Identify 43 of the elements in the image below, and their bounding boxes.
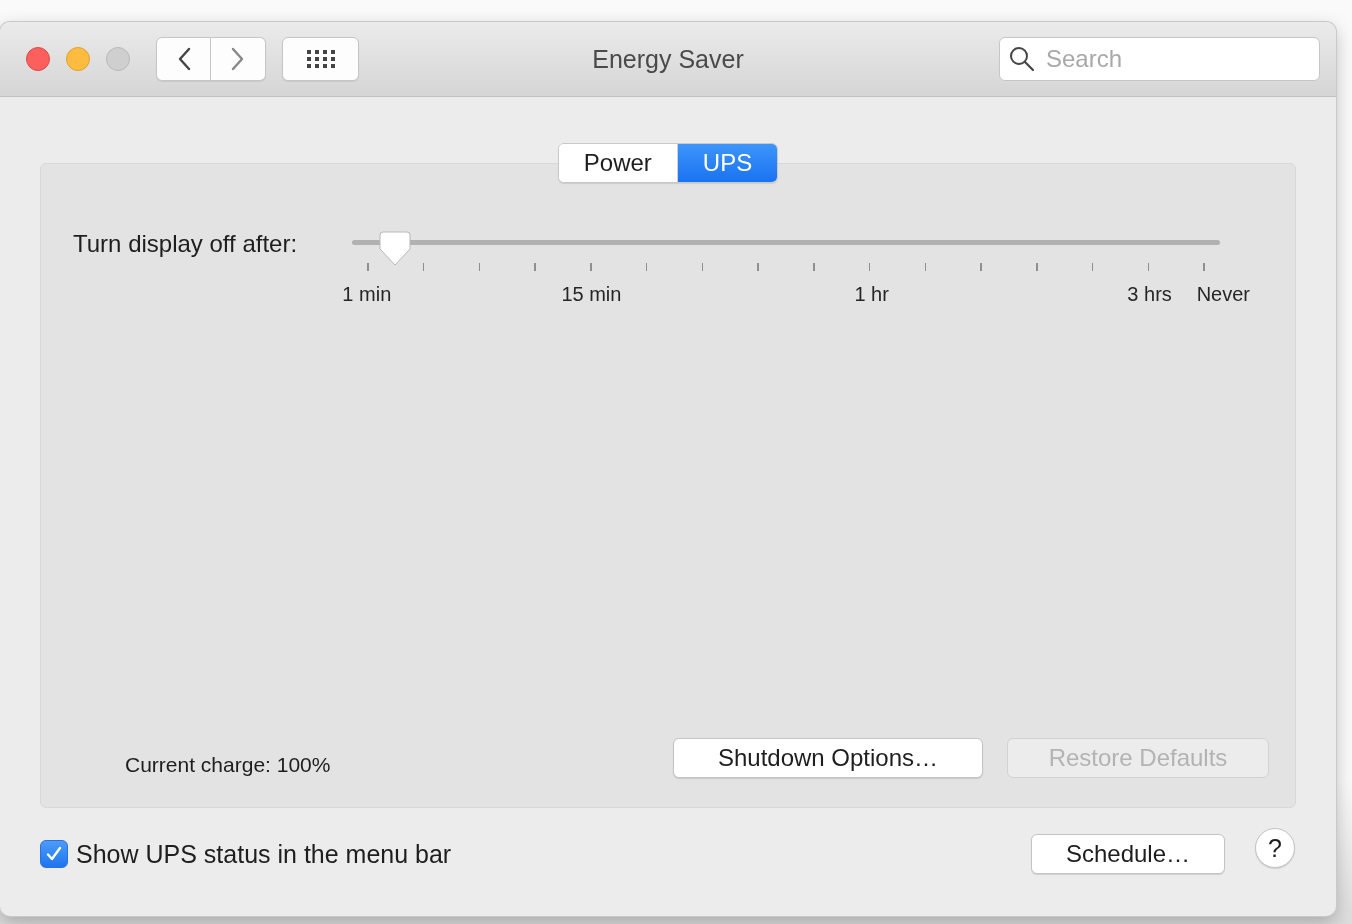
grid-icon	[306, 50, 335, 68]
chevron-right-icon	[231, 47, 245, 71]
charge-status: Current charge: 100%	[125, 753, 331, 777]
tab[interactable]: Power	[558, 144, 677, 182]
tick-label: 1 hr	[854, 283, 889, 306]
tick-mark	[757, 263, 759, 271]
chevron-left-icon	[176, 47, 191, 71]
shutdown-options-button[interactable]: Shutdown Options…	[673, 738, 983, 778]
tick-mark	[645, 263, 648, 271]
tick-mark	[422, 263, 425, 271]
window-title: Energy Saver	[592, 44, 744, 74]
tick-label: 1 min	[342, 283, 392, 306]
tab[interactable]: UPS	[676, 144, 778, 182]
tick-mark	[868, 263, 871, 271]
tick-mark	[980, 263, 982, 271]
slider-label: Turn display off after:	[73, 230, 299, 258]
tick-label: Never	[1196, 283, 1250, 306]
checkbox-label: Show UPS status in the menu bar	[76, 839, 452, 869]
tick-mark	[701, 263, 704, 271]
schedule-button[interactable]: Schedule…	[1031, 834, 1225, 874]
slider-thumb[interactable]	[378, 231, 411, 266]
tick-mark	[1091, 263, 1094, 271]
search-icon	[1009, 46, 1035, 72]
close-button[interactable]	[26, 47, 50, 71]
tick-mark	[1203, 263, 1205, 271]
checkmark-icon	[45, 845, 63, 863]
tick-label: 3 hrs	[1127, 283, 1172, 306]
minimize-button[interactable]	[66, 47, 90, 71]
forward-button[interactable]	[211, 37, 266, 81]
tick-mark	[924, 263, 927, 271]
tick-mark	[1036, 263, 1038, 271]
search-field[interactable]: Search	[999, 37, 1320, 81]
show-all-button[interactable]	[282, 37, 359, 81]
tick-mark	[590, 263, 592, 271]
tick-mark	[478, 263, 481, 271]
tick-mark	[813, 263, 815, 271]
back-button[interactable]	[156, 37, 211, 81]
checkbox[interactable]	[40, 840, 68, 868]
tick-mark	[1147, 263, 1150, 271]
tick-mark	[534, 263, 536, 271]
tick-mark	[367, 263, 369, 271]
help-button[interactable]: ?	[1255, 828, 1295, 868]
tick-label: 15 min	[561, 283, 622, 306]
